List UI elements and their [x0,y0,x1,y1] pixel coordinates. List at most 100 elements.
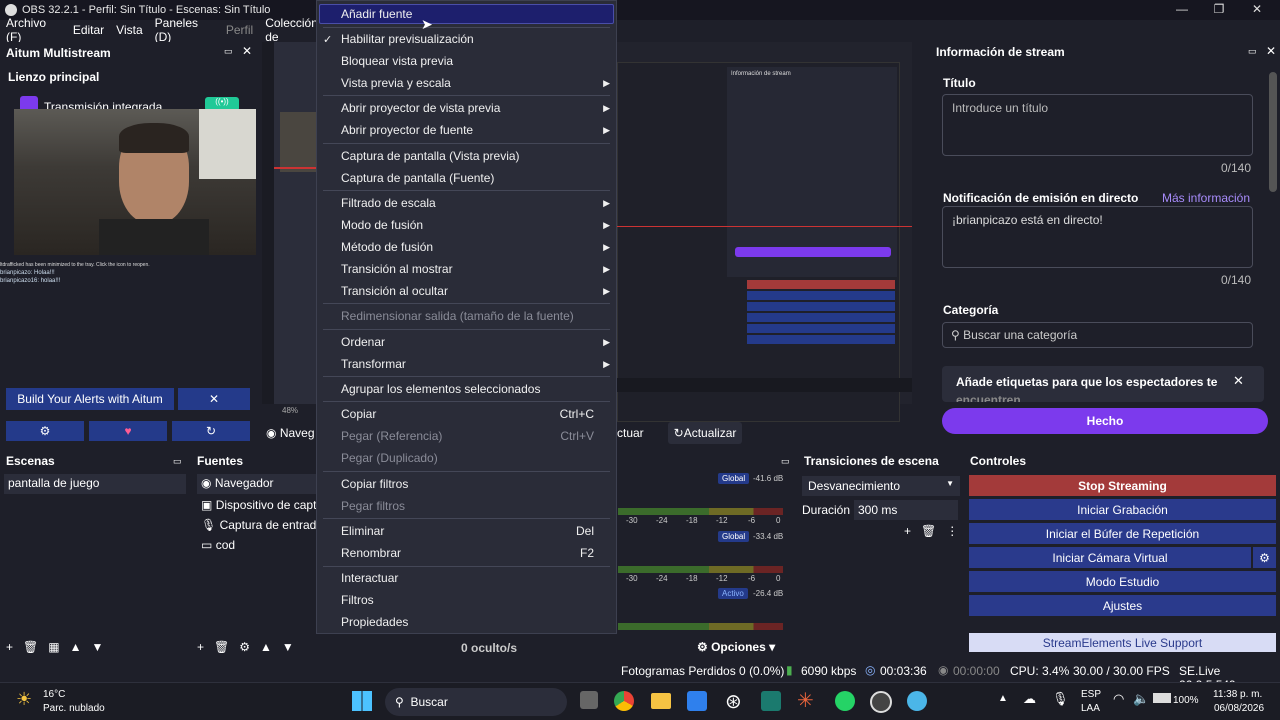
aitum-alert-close-button[interactable]: ✕ [178,388,250,410]
trash-icon[interactable]: 🗑 [921,524,936,538]
minimize-icon[interactable]: — [1168,2,1196,16]
menu-item[interactable]: Copiar Ctrl+C [341,404,608,424]
menu-item[interactable]: Ordenar ▶ [341,332,610,352]
battery-icon[interactable] [1153,693,1171,703]
done-button[interactable]: Hecho [942,408,1268,434]
store-icon[interactable] [687,691,707,711]
menu-item[interactable]: Interactuar [341,568,608,588]
maximize-icon[interactable]: ❐ [1205,2,1233,16]
category-search[interactable]: ⚲ Buscar una categoría [942,322,1253,348]
duration-input[interactable]: 300 ms [854,500,958,520]
menu-item[interactable]: Renombrar F2 [341,543,608,563]
dock-float-icon[interactable]: ▭ [1248,46,1257,57]
filter-icon[interactable]: ▦ [48,640,59,654]
language-1[interactable]: ESP [1081,689,1101,700]
transition-select[interactable]: Desvanecimiento ▼ [802,476,960,496]
obs-taskbar-icon[interactable] [870,691,892,713]
more-icon[interactable]: ⋮ [946,524,958,538]
menu-paneles[interactable]: Paneles (D) [155,16,214,44]
stop-streaming-button[interactable]: Stop Streaming [969,475,1276,496]
aitum-heart-button[interactable]: ♥ [89,421,167,441]
volume-icon[interactable]: 🔈 [1133,691,1149,707]
notification-input[interactable]: ¡brianpicazo está en directo! [942,206,1253,268]
tags-close-icon[interactable]: ✕ [1233,373,1244,389]
menu-archivo[interactable]: Archivo (F) [6,16,61,44]
aitum-settings-button[interactable]: ⚙ [6,421,84,441]
menu-perfil[interactable]: Perfil [226,23,253,37]
menu-item[interactable]: Agrupar los elementos seleccionados [341,379,608,399]
menu-item[interactable]: ✓ Habilitar previsualización [323,29,608,49]
start-recording-button[interactable]: Iniciar Grabación [969,499,1276,520]
menu-item[interactable]: Bloquear vista previa [341,51,608,71]
whatsapp-icon[interactable] [835,691,855,711]
menu-item[interactable]: Modo de fusión ▶ [341,215,610,235]
gear-icon[interactable]: ⚙ [239,640,250,654]
scrollbar[interactable] [1269,72,1277,192]
dock-close-icon[interactable]: ✕ [1266,44,1276,58]
up-icon[interactable]: ▲ [260,640,272,654]
dock-float-icon[interactable]: ▭ [224,46,233,57]
menu-item[interactable]: Copiar filtros [341,474,608,494]
menu-item[interactable]: Añadir fuente [341,4,608,24]
more-info-link[interactable]: Más información [1162,191,1250,205]
menu-item[interactable]: Captura de pantalla (Fuente) [341,168,608,188]
menu-item[interactable]: Método de fusión ▶ [341,237,610,257]
windows-start-icon[interactable] [352,691,372,711]
add-icon[interactable]: + [197,640,204,654]
title-input[interactable]: Introduce un título [942,94,1253,156]
trash-icon[interactable]: 🗑 [214,640,229,654]
menu-item[interactable]: Transición al ocultar ▶ [341,281,610,301]
close-window-icon[interactable]: ✕ [1243,2,1271,16]
refresh-button[interactable]: ↻ Actualizar [668,422,742,444]
app-icon[interactable] [761,691,781,711]
menu-item[interactable]: Filtros [341,590,608,610]
menu-item[interactable]: Abrir proyector de fuente ▶ [341,120,610,140]
menu-item[interactable]: Eliminar Del [341,521,608,541]
dock-float-icon[interactable]: ▭ [781,456,790,467]
menu-item[interactable]: Transición al mostrar ▶ [341,259,610,279]
source-item[interactable]: ▭ cod [197,536,239,554]
interact-button[interactable]: ctuar [617,422,663,444]
studio-mode-button[interactable]: Modo Estudio [969,571,1276,592]
menu-item[interactable]: Abrir proyector de vista previa ▶ [341,98,610,118]
add-icon[interactable]: + [904,524,911,538]
up-icon[interactable]: ▲ [70,640,82,654]
mixer-options[interactable]: ⚙ Opciones ▾ [697,640,775,654]
folder-icon[interactable] [651,693,671,709]
menu-editar[interactable]: Editar [73,23,104,37]
menu-item[interactable]: Vista previa y escala ▶ [341,73,610,93]
down-icon[interactable]: ▼ [91,640,103,654]
menu-item[interactable]: Filtrado de escala ▶ [341,193,610,213]
add-icon[interactable]: + [6,640,13,654]
clock-time[interactable]: 11:38 p. m. [1213,689,1262,700]
tray-chevron-icon[interactable]: ▲ [998,693,1008,704]
dock-float-icon[interactable]: ▭ [173,456,182,467]
replay-buffer-button[interactable]: Iniciar el Búfer de Repetición [969,523,1276,544]
source-selector[interactable]: ◉ Naveg [266,426,315,440]
chatgpt-icon[interactable]: ⊛ [725,689,742,714]
source-item[interactable]: ▣ Dispositivo de captu [197,496,327,514]
source-item[interactable]: 🎙 Captura de entrada [197,516,327,534]
mic-tray-icon[interactable]: 🎙 [1052,691,1069,707]
se-support-button[interactable]: StreamElements Live Support [969,633,1276,652]
menu-item[interactable]: Transformar ▶ [341,354,610,374]
scene-item[interactable]: pantalla de juego [4,474,186,494]
wifi-icon[interactable]: ◠ [1113,691,1124,707]
clock-date[interactable]: 06/08/2026 [1214,703,1264,714]
source-item[interactable]: ◉ Navegador [197,474,317,494]
aitum-refresh-button[interactable]: ↻ [172,421,250,441]
trash-icon[interactable]: 🗑 [23,640,38,654]
virtual-camera-settings-button[interactable]: ⚙ [1253,547,1276,568]
menu-vista[interactable]: Vista [116,23,142,37]
spark-icon[interactable]: ✳ [797,688,814,713]
chrome-icon[interactable] [614,691,634,711]
dock-close-icon[interactable]: ✕ [242,44,252,58]
settings-button[interactable]: Ajustes [969,595,1276,616]
tray-app-icon[interactable]: ☁ [1023,691,1036,707]
down-icon[interactable]: ▼ [282,640,294,654]
canva-icon[interactable] [907,691,927,711]
menu-item[interactable]: Captura de pantalla (Vista previa) [341,146,608,166]
aitum-alerts-button[interactable]: Build Your Alerts with Aitum [6,388,174,410]
taskbar-search[interactable]: ⚲ Buscar [385,688,567,716]
virtual-camera-button[interactable]: Iniciar Cámara Virtual [969,547,1251,568]
